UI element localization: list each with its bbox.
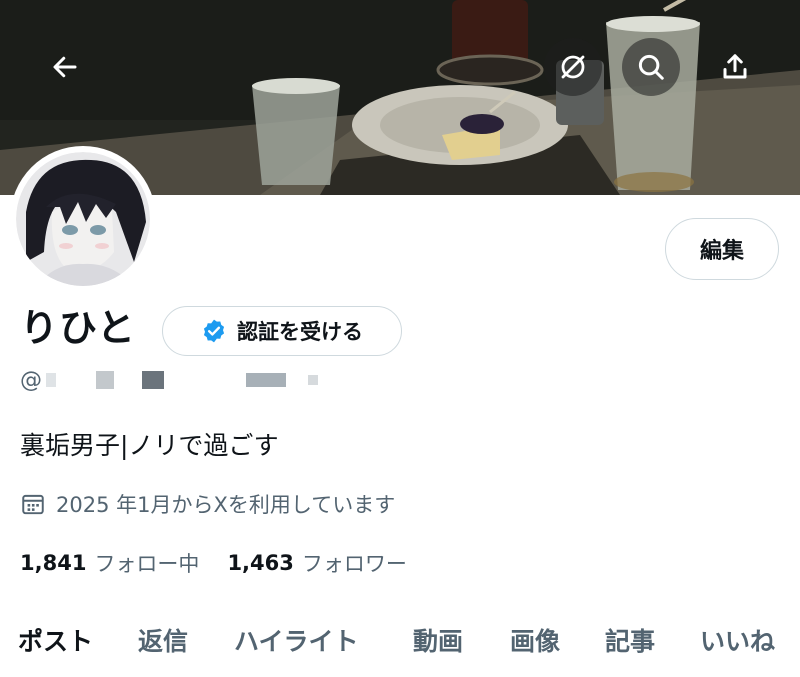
- get-verified-label: 認証を受ける: [237, 320, 363, 344]
- grok-button[interactable]: [544, 38, 602, 96]
- tab-replies[interactable]: 返信: [138, 612, 188, 668]
- following-label: フォロー中: [94, 552, 200, 576]
- user-handle: @: [20, 362, 336, 398]
- followers-count: 1,463: [227, 551, 294, 575]
- redaction-blocks: [46, 371, 318, 389]
- tab-likes[interactable]: いいね: [700, 612, 775, 668]
- tab-highlights[interactable]: ハイライト: [234, 612, 359, 668]
- tab-articles[interactable]: 記事: [605, 612, 655, 668]
- handle-prefix: @: [20, 367, 42, 393]
- joined-text: 2025 年1月からXを利用しています: [56, 493, 396, 517]
- tab-images[interactable]: 画像: [510, 612, 560, 668]
- profile-bio: 裏垢男子|ノリで過ごす: [20, 431, 279, 460]
- following-count: 1,841: [20, 551, 87, 575]
- joined-date: 2025 年1月からXを利用しています: [20, 487, 395, 521]
- search-icon: [638, 54, 664, 80]
- share-button[interactable]: [706, 38, 764, 96]
- redacted-handle: [46, 369, 336, 391]
- avatar[interactable]: [10, 146, 156, 292]
- verified-badge-icon: [203, 319, 225, 343]
- calendar-icon: [22, 494, 44, 515]
- back-button[interactable]: [36, 38, 94, 96]
- following-link[interactable]: 1,841 フォロー中: [20, 548, 199, 578]
- avatar-image: [16, 152, 150, 286]
- display-name: りひと: [20, 306, 136, 350]
- tab-videos[interactable]: 動画: [413, 612, 463, 668]
- circle-slash-icon: [561, 55, 585, 79]
- edit-profile-button[interactable]: 編集: [665, 218, 779, 280]
- followers-link[interactable]: 1,463 フォロワー: [227, 548, 406, 578]
- share-upload-icon: [723, 54, 747, 79]
- profile-tabs: ポスト 返信 ハイライト 動画 画像 記事 いいね: [0, 612, 800, 668]
- followers-label: フォロワー: [301, 552, 407, 576]
- follow-counts: 1,841 フォロー中 1,463 フォロワー: [20, 546, 407, 580]
- tab-posts[interactable]: ポスト: [18, 612, 93, 668]
- get-verified-button[interactable]: 認証を受ける: [162, 306, 402, 356]
- search-button[interactable]: [622, 38, 680, 96]
- arrow-left-icon: [53, 56, 77, 78]
